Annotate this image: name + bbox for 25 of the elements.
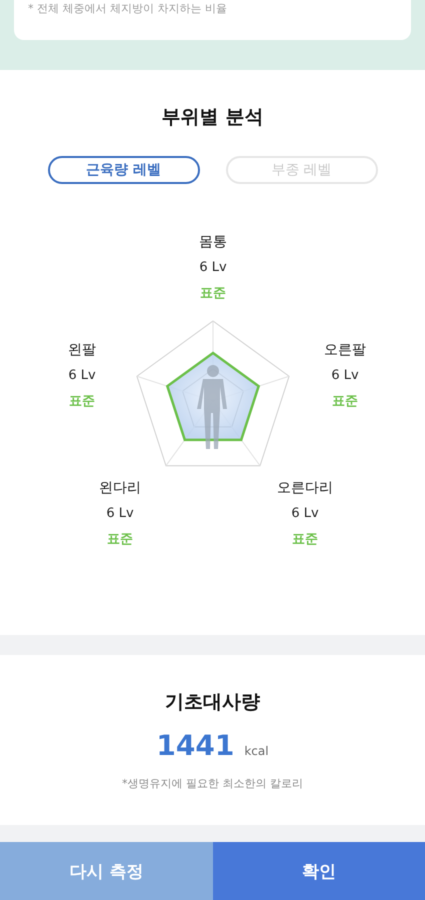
confirm-button[interactable]: 확인 [213,842,425,900]
bmr-value: 1441 [156,729,234,762]
part-status: 표준 [69,393,95,410]
level-tab[interactable]: 근육량 레벨 [48,156,200,184]
part-status: 표준 [200,285,226,302]
part-name: 오른팔 [324,341,366,359]
part-level: 6 Lv [331,368,359,383]
body-silhouette-icon [197,365,227,449]
section-title: 부위별 분석 [162,105,264,130]
part-level: 6 Lv [291,506,319,521]
part-level: 6 Lv [106,506,134,521]
part-name: 왼다리 [99,479,141,497]
bmr-note: *생명유지에 필요한 최소한의 칼로리 [122,776,303,791]
remeasure-button[interactable]: 다시 측정 [0,842,213,900]
body-fat-note: * 전체 체중에서 체지방이 차지하는 비율 [28,1,227,16]
part-level: 6 Lv [199,260,227,275]
part-status: 표준 [332,393,358,410]
part-status: 표준 [107,531,133,548]
part-name: 왼팔 [68,341,96,359]
bmr-unit: kcal [244,744,269,758]
section-title: 기초대사량 [165,690,260,715]
part-level: 6 Lv [68,368,96,383]
part-name: 몸통 [199,233,227,251]
part-status: 표준 [292,531,318,548]
part-name: 오른다리 [277,479,333,497]
